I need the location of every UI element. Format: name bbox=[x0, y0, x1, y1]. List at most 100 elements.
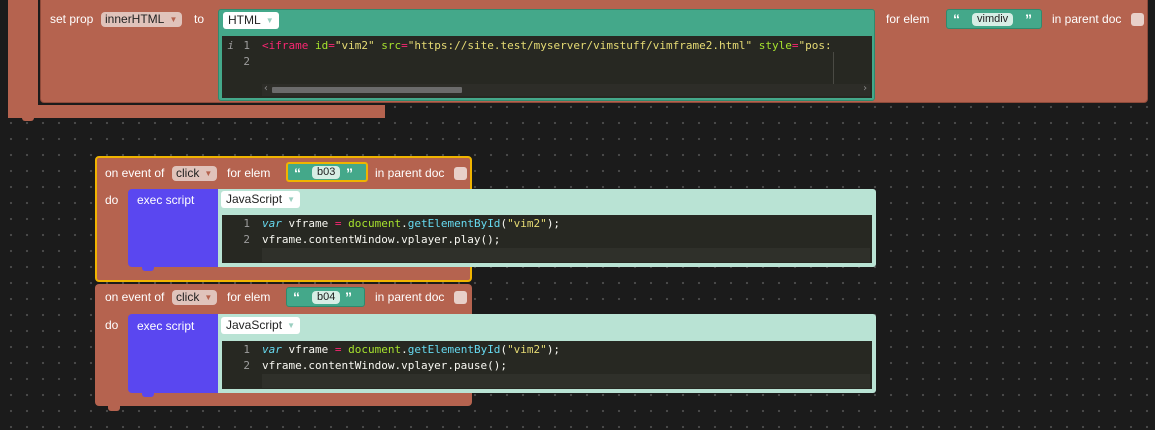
attr-value: "pos: bbox=[798, 39, 832, 52]
method: getElementById bbox=[407, 217, 501, 230]
keyword: var bbox=[262, 343, 282, 356]
editor-gutter: i 1 2 bbox=[222, 36, 260, 98]
block-notch bbox=[142, 266, 154, 271]
attr-name: id bbox=[315, 39, 329, 52]
object: document bbox=[348, 217, 402, 230]
code-line-1[interactable]: var vframe = document.getElementById("vi… bbox=[262, 342, 560, 358]
line-number: 2 bbox=[243, 359, 250, 372]
chevron-down-icon: ▼ bbox=[265, 16, 274, 25]
prop-value: innerHTML bbox=[105, 12, 165, 26]
in-parent-doc-checkbox[interactable] bbox=[1131, 13, 1144, 26]
outer-block-bottom bbox=[8, 105, 385, 118]
event-dropdown[interactable]: click ▼ bbox=[172, 166, 218, 181]
scroll-right-icon[interactable]: › bbox=[862, 83, 868, 94]
js-code-editor[interactable]: 1 2 var vframe = document.getElementById… bbox=[222, 215, 872, 263]
block-notch bbox=[108, 406, 120, 411]
attr-eq: = bbox=[401, 39, 408, 52]
for-elem-label: for elem bbox=[886, 12, 930, 26]
js-code-editor[interactable]: 1 2 var vframe = document.getElementById… bbox=[222, 341, 872, 389]
scroll-left-icon[interactable]: ‹ bbox=[263, 83, 269, 94]
string-block-vimdiv[interactable]: “ vimdiv ” bbox=[946, 9, 1042, 29]
in-parent-doc-label: in parent doc bbox=[1052, 12, 1122, 26]
for-elem-label: for elem bbox=[227, 290, 271, 304]
in-parent-doc-label: in parent doc bbox=[375, 166, 445, 180]
identifier: vframe bbox=[281, 343, 335, 356]
event-dropdown[interactable]: click ▼ bbox=[172, 290, 218, 305]
line-number: 2 bbox=[243, 55, 250, 68]
scrollbar-thumb[interactable] bbox=[272, 87, 462, 93]
editor-gutter: 1 2 bbox=[222, 341, 260, 389]
on-event-label: on event of bbox=[105, 166, 165, 180]
elem-id-field[interactable]: b04 bbox=[312, 291, 341, 304]
outer-block-edge bbox=[8, 0, 38, 115]
lang-value: HTML bbox=[228, 13, 261, 27]
exec-script-label: exec script bbox=[137, 193, 195, 207]
line-number: 1 bbox=[243, 217, 250, 230]
dot: . bbox=[401, 217, 408, 230]
prop-dropdown[interactable]: innerHTML ▼ bbox=[101, 12, 183, 27]
lang-value: JavaScript bbox=[226, 318, 283, 332]
block-notch bbox=[142, 392, 154, 397]
exec-script-block[interactable]: exec script bbox=[128, 189, 220, 267]
line-number: 1 bbox=[243, 39, 250, 52]
js-lang-dropdown[interactable]: JavaScript ▼ bbox=[221, 317, 301, 334]
chevron-down-icon: ▼ bbox=[204, 293, 213, 302]
code-line-2[interactable]: vframe.contentWindow.vplayer.play(); bbox=[262, 232, 500, 248]
string-arg: "vim2" bbox=[507, 343, 547, 356]
on-event-label: on event of bbox=[105, 290, 165, 304]
chevron-down-icon: ▼ bbox=[287, 321, 296, 330]
string-block-b03[interactable]: “ b03 ” bbox=[286, 162, 368, 182]
attr-value: "vim2" bbox=[334, 39, 375, 52]
open-quote-icon: “ bbox=[293, 289, 300, 305]
do-label: do bbox=[105, 318, 119, 332]
in-parent-doc-checkbox[interactable] bbox=[454, 291, 467, 304]
keyword: var bbox=[262, 217, 282, 230]
event-block-b03-footer-left bbox=[97, 205, 128, 265]
dot: . bbox=[401, 343, 408, 356]
paren-close: ); bbox=[546, 343, 561, 356]
elem-id-field[interactable]: vimdiv bbox=[972, 13, 1014, 26]
to-label: to bbox=[194, 12, 205, 26]
html-lang-dropdown[interactable]: HTML ▼ bbox=[223, 12, 279, 29]
exec-script-block[interactable]: exec script bbox=[128, 314, 220, 393]
attr-name: src bbox=[381, 39, 402, 52]
code-line-2[interactable]: vframe.contentWindow.vplayer.pause(); bbox=[262, 358, 507, 374]
line-number: 2 bbox=[243, 233, 250, 246]
elem-id-field[interactable]: b03 bbox=[312, 166, 341, 179]
active-line bbox=[262, 374, 870, 388]
method: getElementById bbox=[407, 343, 501, 356]
chevron-down-icon: ▼ bbox=[204, 169, 213, 178]
open-quote-icon: “ bbox=[953, 11, 960, 27]
lang-value: JavaScript bbox=[226, 192, 283, 206]
event-value: click bbox=[176, 166, 200, 180]
outer-block-notch bbox=[22, 116, 34, 121]
open-quote-icon: “ bbox=[294, 165, 301, 181]
tag-name: iframe bbox=[268, 39, 309, 52]
attr-name: style bbox=[758, 39, 792, 52]
string-block-b04[interactable]: “ b04 ” bbox=[286, 287, 365, 307]
close-quote-icon: ” bbox=[1025, 11, 1032, 27]
attr-eq: = bbox=[791, 39, 799, 52]
attr-eq: = bbox=[328, 39, 335, 52]
line-number: 1 bbox=[243, 343, 250, 356]
editor-h-scrollbar[interactable]: ‹ › bbox=[262, 83, 870, 96]
editor-v-scrollbar[interactable] bbox=[833, 52, 834, 84]
exec-script-label: exec script bbox=[137, 319, 195, 333]
html-code-editor[interactable]: i 1 2 <iframe id="vim2" src="https://sit… bbox=[222, 36, 872, 98]
code-line-1[interactable]: var vframe = document.getElementById("vi… bbox=[262, 216, 560, 232]
set-prop-label: set prop bbox=[50, 12, 94, 26]
string-arg: "vim2" bbox=[507, 217, 547, 230]
js-lang-dropdown[interactable]: JavaScript ▼ bbox=[221, 191, 301, 208]
tag-open: < bbox=[262, 39, 269, 52]
chevron-down-icon: ▼ bbox=[169, 15, 178, 24]
active-line bbox=[262, 248, 870, 262]
close-quote-icon: ” bbox=[346, 165, 353, 181]
for-elem-label: for elem bbox=[227, 166, 271, 180]
paren-close: ); bbox=[546, 217, 561, 230]
in-parent-doc-checkbox[interactable] bbox=[454, 167, 467, 180]
object: document bbox=[348, 343, 402, 356]
editor-gutter: 1 2 bbox=[222, 215, 260, 263]
info-icon: i bbox=[227, 39, 234, 52]
code-line-1[interactable]: <iframe id="vim2" src="https://site.test… bbox=[262, 38, 832, 54]
attr-value: "https://site.test/myserver/vimstuff/vim… bbox=[407, 39, 753, 52]
